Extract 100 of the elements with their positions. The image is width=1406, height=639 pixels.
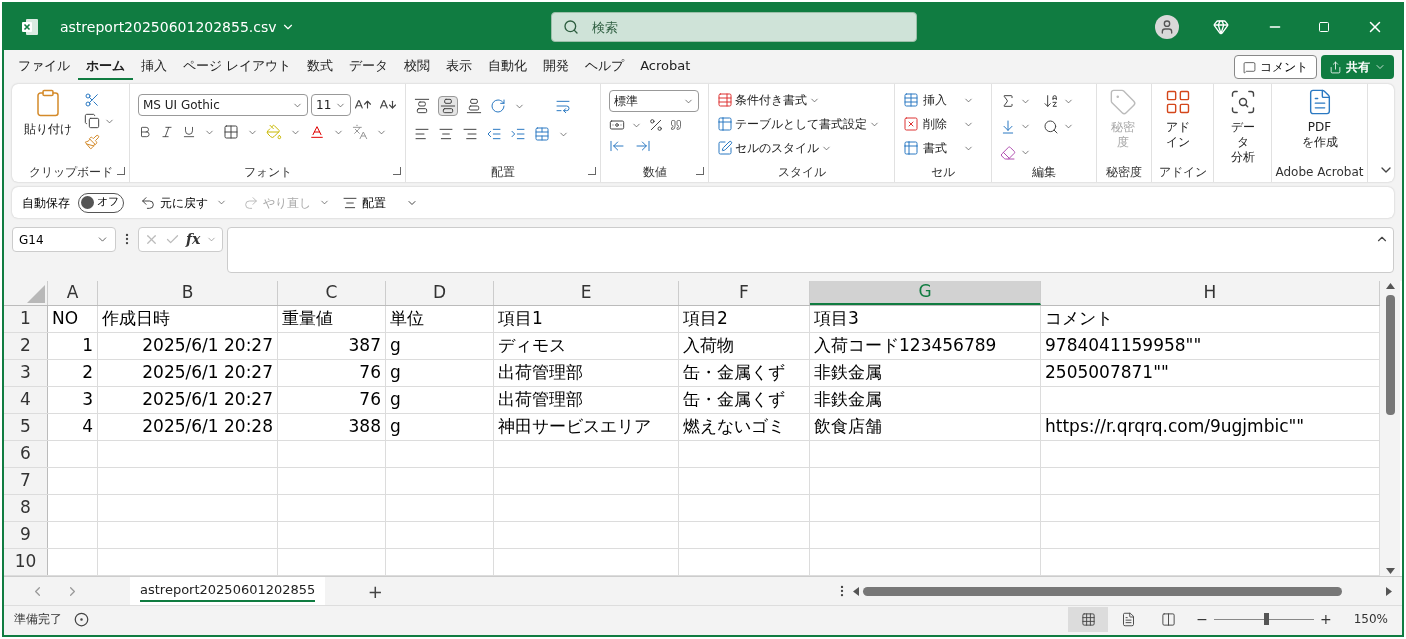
borders-icon[interactable] [223,124,239,140]
align-button[interactable]: 配置 [342,193,386,212]
font-name-dropdown[interactable]: MS UI Gothic [138,94,308,116]
table-icon[interactable] [717,116,733,132]
split-page-icon[interactable] [1160,611,1176,627]
scissors-icon[interactable] [84,92,100,108]
column-header[interactable]: D [386,281,494,305]
cell-pen-icon[interactable] [717,140,733,156]
font-size-dropdown[interactable]: 11 [311,94,351,116]
ribbon-tab[interactable]: 自動化 [480,54,536,80]
style-menu-button[interactable]: セルのスタイル [717,139,880,157]
scroll-right-icon[interactable] [1386,586,1392,596]
spreadsheet-logo-icon[interactable] [20,17,40,37]
ribbon-tab[interactable]: 挿入 [133,54,175,80]
row-header[interactable]: 3 [4,360,48,386]
ribbon-tab[interactable]: 数式 [299,54,342,80]
autosave-toggle[interactable]: オフ [78,192,124,213]
ribbon-button[interactable]: PDF を作成 [1297,88,1342,162]
ribbon-tab[interactable]: ページ レイアウト [175,54,300,80]
scroll-up-icon[interactable] [1385,283,1395,289]
fill-color-icon[interactable] [266,124,282,140]
eraser-icon[interactable] [1000,144,1016,161]
zoom-in-button[interactable]: + [1319,608,1332,630]
ribbon-button[interactable]: アド イン [1160,88,1196,162]
table-grid-icon[interactable] [717,92,733,108]
row-header[interactable]: 4 [4,387,48,413]
font-color-icon[interactable] [309,124,325,140]
diamond-icon[interactable] [1213,19,1229,35]
ribbon-tab[interactable]: 開発 [535,54,578,80]
row-header[interactable]: 8 [4,495,48,521]
grid-icon[interactable] [1080,611,1096,627]
view-button[interactable] [1068,606,1109,632]
orientation-icon[interactable] [490,98,506,114]
sum-icon[interactable] [1000,93,1016,110]
ribbon-button[interactable]: 貼り付け [20,88,76,162]
decrease-decimal-icon[interactable] [635,138,651,154]
ribbon-tab[interactable]: データ [341,54,397,80]
slider-thumb[interactable] [1263,613,1269,625]
sheet-tab[interactable]: astreport20250601202855 [130,577,326,605]
scroll-thumb[interactable] [1385,295,1395,415]
row-header[interactable]: 10 [4,549,48,575]
table-icon[interactable] [903,92,919,108]
middle-align-icon[interactable] [438,96,458,116]
style-menu-button[interactable]: 条件付き書式 [717,91,880,109]
row-header[interactable]: 7 [4,468,48,494]
align-center-icon[interactable] [438,126,454,142]
account-avatar[interactable] [1155,15,1179,39]
align-left-icon[interactable] [414,126,430,142]
window-title[interactable]: astreport20250601202855.csv [60,16,277,38]
decrease-indent-icon[interactable] [486,126,502,142]
italic-icon[interactable] [160,125,174,139]
horizontal-scrollbar[interactable] [853,586,1392,596]
align-right-icon[interactable] [462,126,478,142]
column-header[interactable]: B [98,281,278,305]
share-button[interactable]: 共有 [1321,55,1394,79]
delete-box-icon[interactable] [903,116,919,132]
undo-icon[interactable] [140,194,156,211]
style-menu-button[interactable]: テーブルとして書式設定 [717,115,880,133]
comment-button[interactable]: コメント [1234,55,1317,79]
row-header[interactable]: 2 [4,333,48,359]
ribbon-tab[interactable]: ファイル [10,54,78,80]
share-icon[interactable] [1329,60,1342,74]
row-header[interactable]: 9 [4,522,48,548]
phonetic-guide-icon[interactable] [352,124,368,140]
sort-filter-icon[interactable] [1043,93,1059,110]
number-format-dropdown[interactable]: 標準 [609,90,699,112]
increase-decimal-icon[interactable] [609,138,625,154]
undo-button[interactable]: 元に戻す [140,193,208,212]
bottom-align-icon[interactable] [466,98,482,114]
column-header[interactable]: A [48,281,98,305]
currency-icon[interactable] [609,117,625,133]
column-header[interactable]: E [494,281,679,305]
macro-record-icon[interactable] [74,611,89,627]
bold-icon[interactable] [138,125,152,139]
wrap-text-icon[interactable] [555,98,571,114]
row-header[interactable]: 5 [4,414,48,440]
underline-icon[interactable] [182,125,196,139]
maximize-icon[interactable] [1318,21,1330,33]
ribbon-tab[interactable]: ヘルプ [577,54,633,80]
page-icon[interactable] [1120,611,1136,627]
cell-menu-button[interactable]: 削除 [903,115,974,133]
paintbrush-icon[interactable] [84,134,100,150]
ribbon-tab[interactable]: 表示 [438,54,481,80]
insert-function-button[interactable]: fx [186,229,201,250]
column-header[interactable]: C [278,281,386,305]
search-icon[interactable] [1043,119,1059,135]
copy-icon[interactable] [84,113,100,129]
dialog-launcher-icon[interactable] [117,167,125,175]
table-icon[interactable] [903,140,919,156]
speech-bubble-icon[interactable] [1243,60,1256,74]
add-sheet-button[interactable]: + [365,577,386,605]
name-box[interactable]: G14 [12,227,116,252]
dialog-launcher-icon[interactable] [696,167,704,175]
ribbon-tab[interactable]: Acrobat [632,54,699,80]
zoom-out-button[interactable]: − [1196,608,1208,630]
increase-indent-icon[interactable] [510,126,526,142]
merge-cells-icon[interactable] [534,126,550,142]
top-align-icon[interactable] [414,98,430,114]
scroll-down-icon[interactable] [1385,568,1395,574]
dialog-launcher-icon[interactable] [588,167,596,175]
